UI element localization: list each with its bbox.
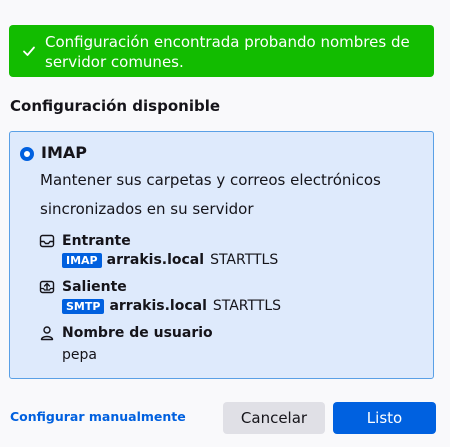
incoming-host: arrakis.local — [106, 252, 205, 268]
outgoing-protocol-badge: SMTP — [62, 298, 105, 314]
done-button[interactable]: Listo — [333, 402, 436, 434]
incoming-server: IMAP arrakis.local STARTTLS — [62, 251, 278, 269]
incoming-protocol-badge: IMAP — [62, 252, 102, 268]
config-option-card[interactable]: IMAP Mantener sus carpetas y correos ele… — [9, 131, 434, 379]
manual-config-link[interactable]: Configurar manualmente — [10, 408, 186, 426]
success-banner: Configuración encontrada probando nombre… — [9, 25, 434, 77]
user-icon — [40, 326, 54, 341]
username-value: pepa — [62, 347, 97, 363]
protocol-description: Mantener sus carpetas y correos electrón… — [40, 171, 381, 218]
incoming-security: STARTTLS — [210, 252, 279, 268]
inbox-icon — [39, 234, 55, 248]
checkmark-icon — [23, 46, 35, 56]
outgoing-host: arrakis.local — [109, 298, 207, 314]
protocol-name: IMAP — [41, 143, 87, 162]
cancel-button[interactable]: Cancelar — [223, 402, 325, 434]
incoming-label: Entrante — [62, 233, 131, 249]
outgoing-security: STARTTLS — [212, 298, 282, 314]
outgoing-label: Saliente — [62, 279, 127, 295]
protocol-radio[interactable] — [20, 147, 34, 161]
banner-message: Configuración encontrada probando nombre… — [45, 33, 410, 71]
section-title: Configuración disponible — [10, 97, 221, 115]
outgoing-server: SMTP arrakis.local STARTTLS — [62, 297, 281, 315]
username-label: Nombre de usuario — [62, 325, 213, 341]
outbox-icon — [39, 280, 55, 294]
